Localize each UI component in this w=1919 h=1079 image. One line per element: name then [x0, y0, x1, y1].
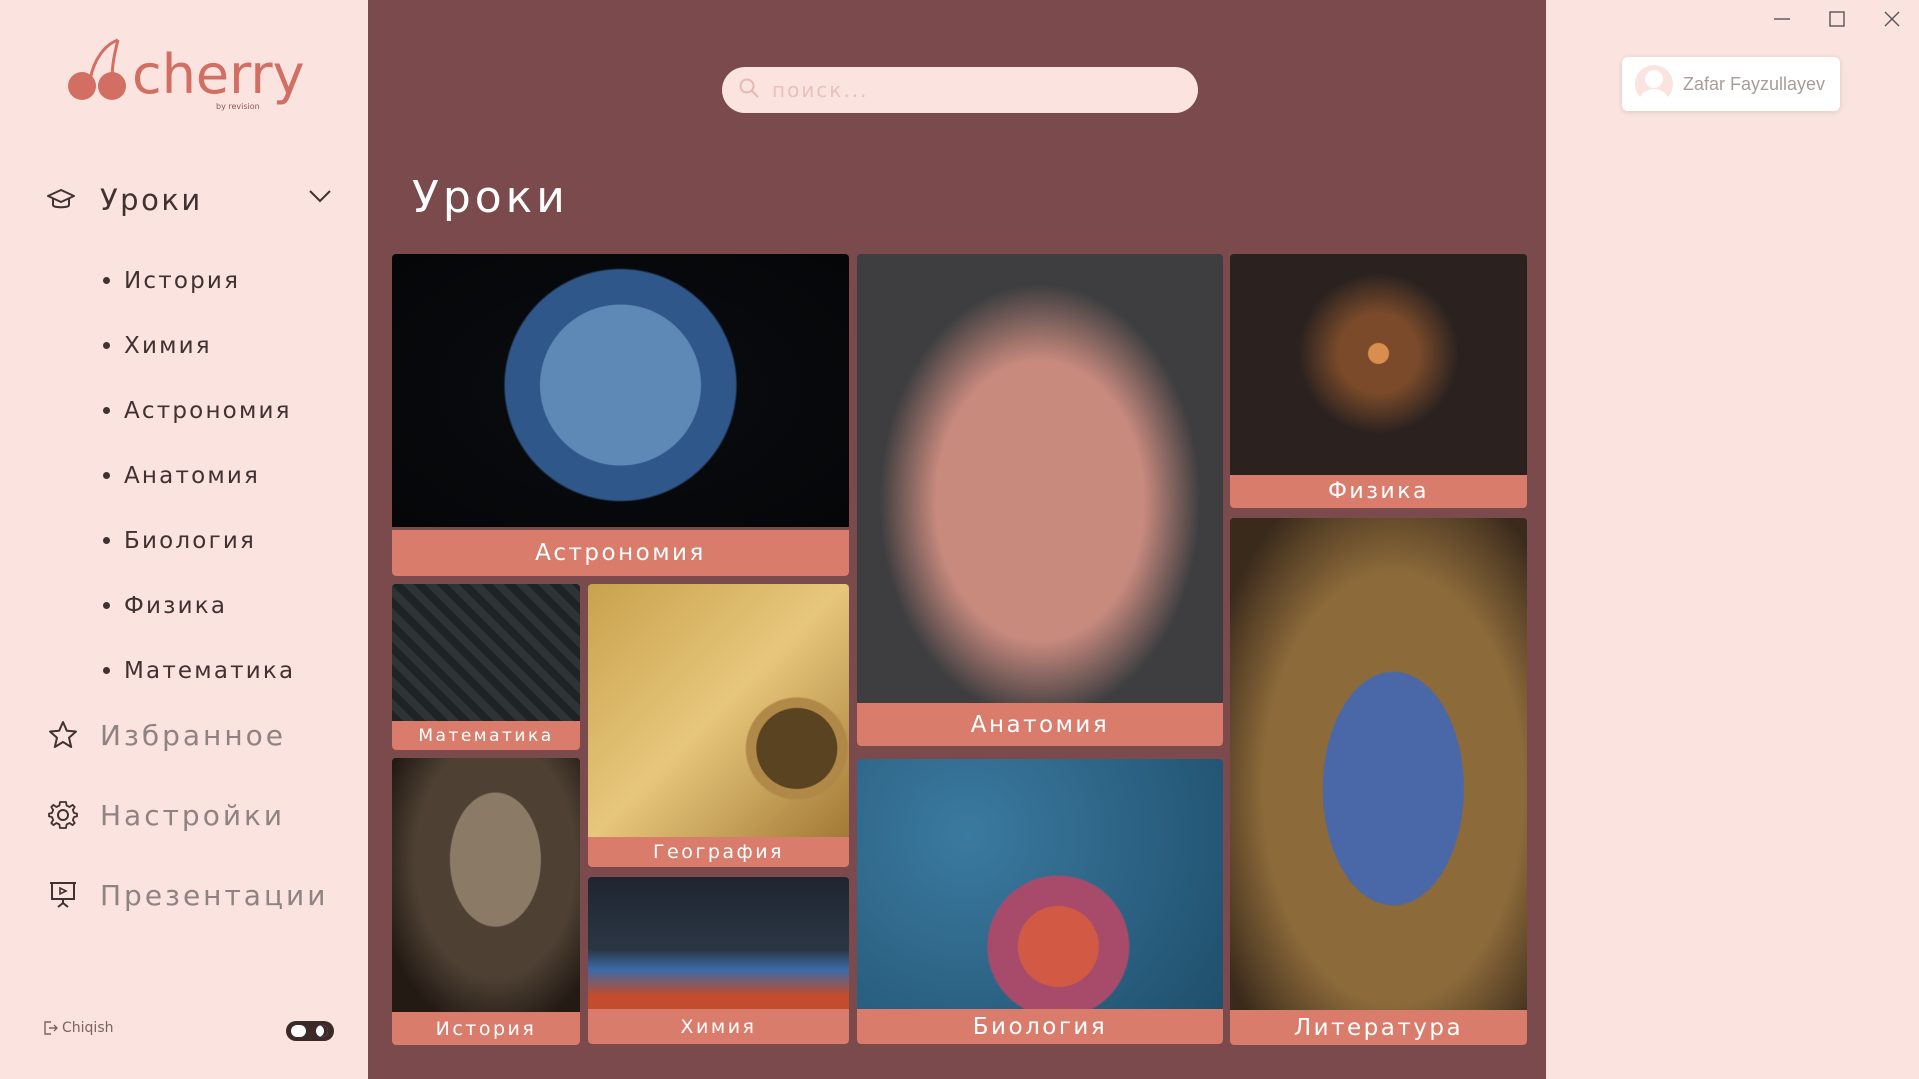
card-image [588, 584, 849, 837]
page-title: Уроки [412, 172, 569, 223]
submenu-item-chemistry[interactable]: Химия [100, 313, 295, 378]
logout-button[interactable]: Chiqish [42, 1020, 113, 1036]
nav-favorites[interactable]: Избранное [46, 713, 346, 757]
nav-favorites-label: Избранное [100, 718, 287, 752]
user-profile-button[interactable]: Zafar Fayzullayev [1622, 57, 1840, 111]
toggle-knob [291, 1025, 306, 1037]
card-geography[interactable]: География [588, 584, 849, 867]
lessons-submenu: История Химия Астрономия Анатомия Биолог… [100, 248, 295, 703]
moon-icon [316, 1025, 328, 1037]
submenu-item-physics[interactable]: Физика [100, 573, 295, 638]
maximize-icon [1827, 9, 1847, 33]
card-title: Математика [392, 721, 580, 750]
card-title: География [588, 837, 849, 867]
card-title: Литература [1230, 1010, 1527, 1045]
card-title: Астрономия [392, 530, 849, 576]
card-astronomy[interactable]: Астрономия [392, 254, 849, 576]
avatar [1635, 65, 1673, 103]
bullet [103, 342, 110, 349]
bullet [103, 537, 110, 544]
search-input[interactable] [772, 78, 1172, 102]
nav-presentations-label: Презентации [100, 878, 329, 912]
card-physics[interactable]: Физика [1230, 254, 1527, 508]
bullet [103, 407, 110, 414]
submenu-item-anatomy[interactable]: Анатомия [100, 443, 295, 508]
submenu-item-math[interactable]: Математика [100, 638, 295, 703]
card-literature[interactable]: Литература [1230, 518, 1527, 1045]
bullet [103, 277, 110, 284]
logo-subtitle: by revision [216, 102, 260, 111]
submenu-item-history[interactable]: История [100, 248, 295, 313]
card-image [392, 584, 580, 721]
card-title: История [392, 1012, 580, 1045]
minimize-icon [1772, 9, 1792, 33]
bullet [103, 472, 110, 479]
user-name: Zafar Fayzullayev [1683, 73, 1826, 94]
submenu-item-label: Астрономия [124, 397, 292, 424]
close-icon [1882, 9, 1902, 33]
card-biology[interactable]: Биология [857, 759, 1223, 1044]
logout-icon [42, 1020, 58, 1036]
sidebar: cherry by revision Уроки История Химия А… [0, 0, 368, 1079]
nav-lessons-label: Уроки [100, 183, 203, 217]
submenu-item-label: Анатомия [124, 462, 261, 489]
star-icon [46, 718, 80, 752]
submenu-item-biology[interactable]: Биология [100, 508, 295, 573]
card-image [857, 254, 1223, 703]
card-image [392, 758, 580, 1012]
submenu-item-label: Физика [124, 592, 228, 619]
card-history[interactable]: История [392, 758, 580, 1045]
nav-settings-label: Настройки [100, 798, 286, 832]
cherry-icon [68, 38, 126, 100]
logo-wordmark: cherry [132, 43, 305, 106]
submenu-item-label: Химия [124, 332, 212, 359]
submenu-item-label: История [124, 267, 241, 294]
card-title: Химия [588, 1009, 849, 1044]
submenu-item-label: Математика [124, 657, 296, 684]
chevron-down-icon[interactable] [308, 188, 332, 208]
gear-icon [46, 798, 80, 832]
card-anatomy[interactable]: Анатомия [857, 254, 1223, 746]
submenu-item-astronomy[interactable]: Астрономия [100, 378, 295, 443]
card-image [392, 254, 849, 527]
card-chemistry[interactable]: Химия [588, 877, 849, 1044]
cherry-logo[interactable]: cherry by revision [66, 34, 305, 114]
nav-presentations[interactable]: Презентации [46, 873, 346, 917]
bullet [103, 602, 110, 609]
card-image [588, 877, 849, 1009]
card-title: Биология [857, 1009, 1223, 1044]
card-title: Анатомия [857, 703, 1223, 746]
theme-toggle[interactable] [286, 1021, 334, 1041]
logout-label: Chiqish [62, 1020, 114, 1036]
card-math[interactable]: Математика [392, 584, 580, 750]
search-bar[interactable] [722, 67, 1198, 113]
presentation-board-icon [46, 878, 80, 912]
card-image [1230, 518, 1527, 1010]
main-panel: Уроки Астрономия Анатомия Физика Математ… [368, 0, 1546, 1079]
card-title: Физика [1230, 475, 1527, 508]
nav-settings[interactable]: Настройки [46, 793, 346, 837]
maximize-button[interactable] [1817, 8, 1857, 34]
nav-lessons[interactable]: Уроки [46, 180, 338, 220]
search-icon [738, 77, 760, 103]
minimize-button[interactable] [1762, 8, 1802, 34]
graduation-cap-icon [46, 185, 76, 215]
bullet [103, 667, 110, 674]
close-button[interactable] [1872, 8, 1912, 34]
card-image [857, 759, 1223, 1009]
card-image [1230, 254, 1527, 475]
submenu-item-label: Биология [124, 527, 257, 554]
